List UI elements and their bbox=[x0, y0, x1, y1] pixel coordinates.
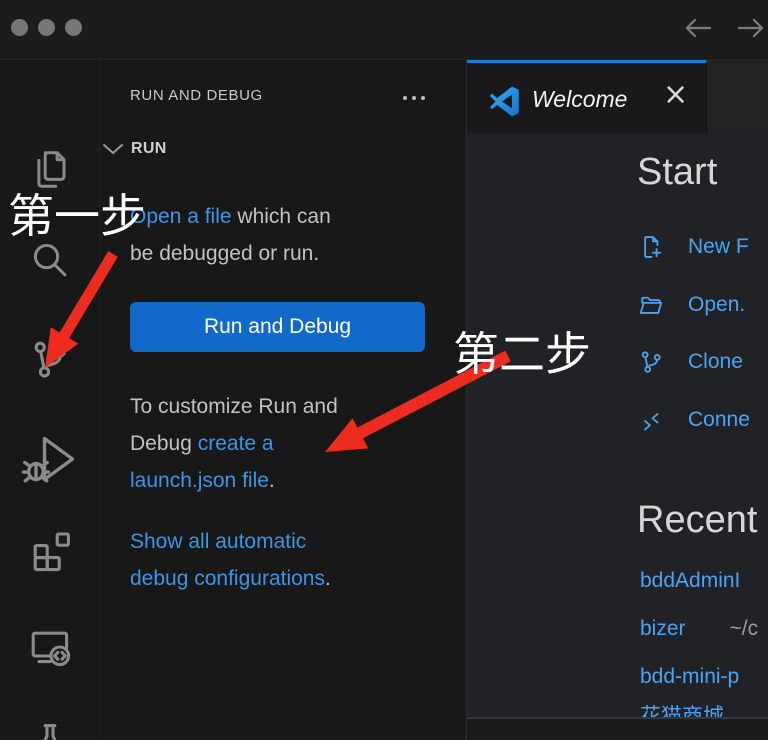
editor-footer-strip bbox=[467, 719, 768, 740]
start-heading: Start bbox=[637, 151, 717, 194]
open-folder-icon bbox=[637, 291, 665, 319]
recent-item[interactable]: bddAdminI bbox=[640, 566, 740, 596]
panel-title: RUN AND DEBUG bbox=[130, 87, 263, 104]
open-file-hint-text: Open a file which canbe debugged or run. bbox=[130, 198, 331, 272]
chevron-down-icon bbox=[102, 142, 124, 156]
tab-label: Welcome bbox=[532, 86, 627, 113]
start-item-new-file[interactable]: New F bbox=[637, 223, 749, 271]
tab-welcome[interactable]: Welcome × bbox=[467, 60, 707, 133]
customize-hint-text: To customize Run andDebug create alaunch… bbox=[130, 388, 338, 499]
recent-item[interactable]: bdd-mini-p bbox=[640, 662, 739, 692]
recent-heading: Recent bbox=[637, 499, 757, 542]
run-and-debug-button[interactable]: Run and Debug bbox=[130, 302, 425, 352]
activity-bar bbox=[0, 60, 100, 740]
titlebar bbox=[0, 0, 768, 60]
show-configs-text: Show all automaticdebug configurations. bbox=[130, 523, 331, 597]
recent-item-path: ~/c bbox=[730, 617, 759, 641]
window-minimize-button[interactable] bbox=[38, 19, 55, 36]
connect-icon bbox=[637, 406, 665, 434]
create-launch-json-link-2[interactable]: launch.json file bbox=[130, 469, 269, 492]
run-section-label: RUN bbox=[131, 140, 167, 158]
show-all-configs-link-2[interactable]: debug configurations bbox=[130, 567, 325, 590]
nav-back-icon[interactable] bbox=[683, 13, 713, 43]
nav-forward-icon[interactable] bbox=[736, 13, 766, 43]
recent-item-path: . bbox=[744, 703, 750, 717]
recent-item[interactable]: 花猫商城 . bbox=[640, 700, 750, 717]
show-all-configs-link[interactable]: Show all automatic bbox=[130, 530, 306, 553]
window-zoom-button[interactable] bbox=[65, 19, 82, 36]
source-control-icon[interactable] bbox=[26, 336, 73, 383]
new-file-icon bbox=[637, 233, 665, 261]
run-and-debug-panel: RUN AND DEBUG RUN Open a file which canb… bbox=[100, 60, 467, 740]
start-item-connect[interactable]: Conne bbox=[637, 396, 750, 444]
testing-icon[interactable] bbox=[26, 718, 74, 740]
start-item-clone[interactable]: Clone bbox=[637, 338, 743, 386]
more-actions-icon[interactable] bbox=[403, 96, 425, 100]
vscode-logo-icon bbox=[489, 86, 520, 117]
welcome-page: Start New F Open. Clone bbox=[467, 133, 768, 717]
start-item-open[interactable]: Open. bbox=[637, 281, 745, 329]
create-launch-json-link[interactable]: create a bbox=[198, 432, 274, 455]
tab-bar: Welcome × bbox=[467, 60, 768, 133]
clone-repo-icon bbox=[637, 348, 665, 376]
run-section-header[interactable]: RUN bbox=[102, 140, 167, 158]
recent-item[interactable]: bizer ~/c bbox=[640, 614, 758, 644]
remote-explorer-icon[interactable] bbox=[26, 622, 74, 670]
extensions-icon[interactable] bbox=[26, 526, 74, 574]
editor-group: Welcome × Start New F Open. bbox=[467, 60, 768, 740]
run-and-debug-icon[interactable] bbox=[20, 430, 80, 490]
tab-close-icon[interactable]: × bbox=[663, 77, 688, 112]
annotation-step2: 第二步 bbox=[453, 318, 591, 384]
annotation-step1: 第一步 bbox=[8, 180, 146, 246]
window-close-button[interactable] bbox=[11, 19, 28, 36]
